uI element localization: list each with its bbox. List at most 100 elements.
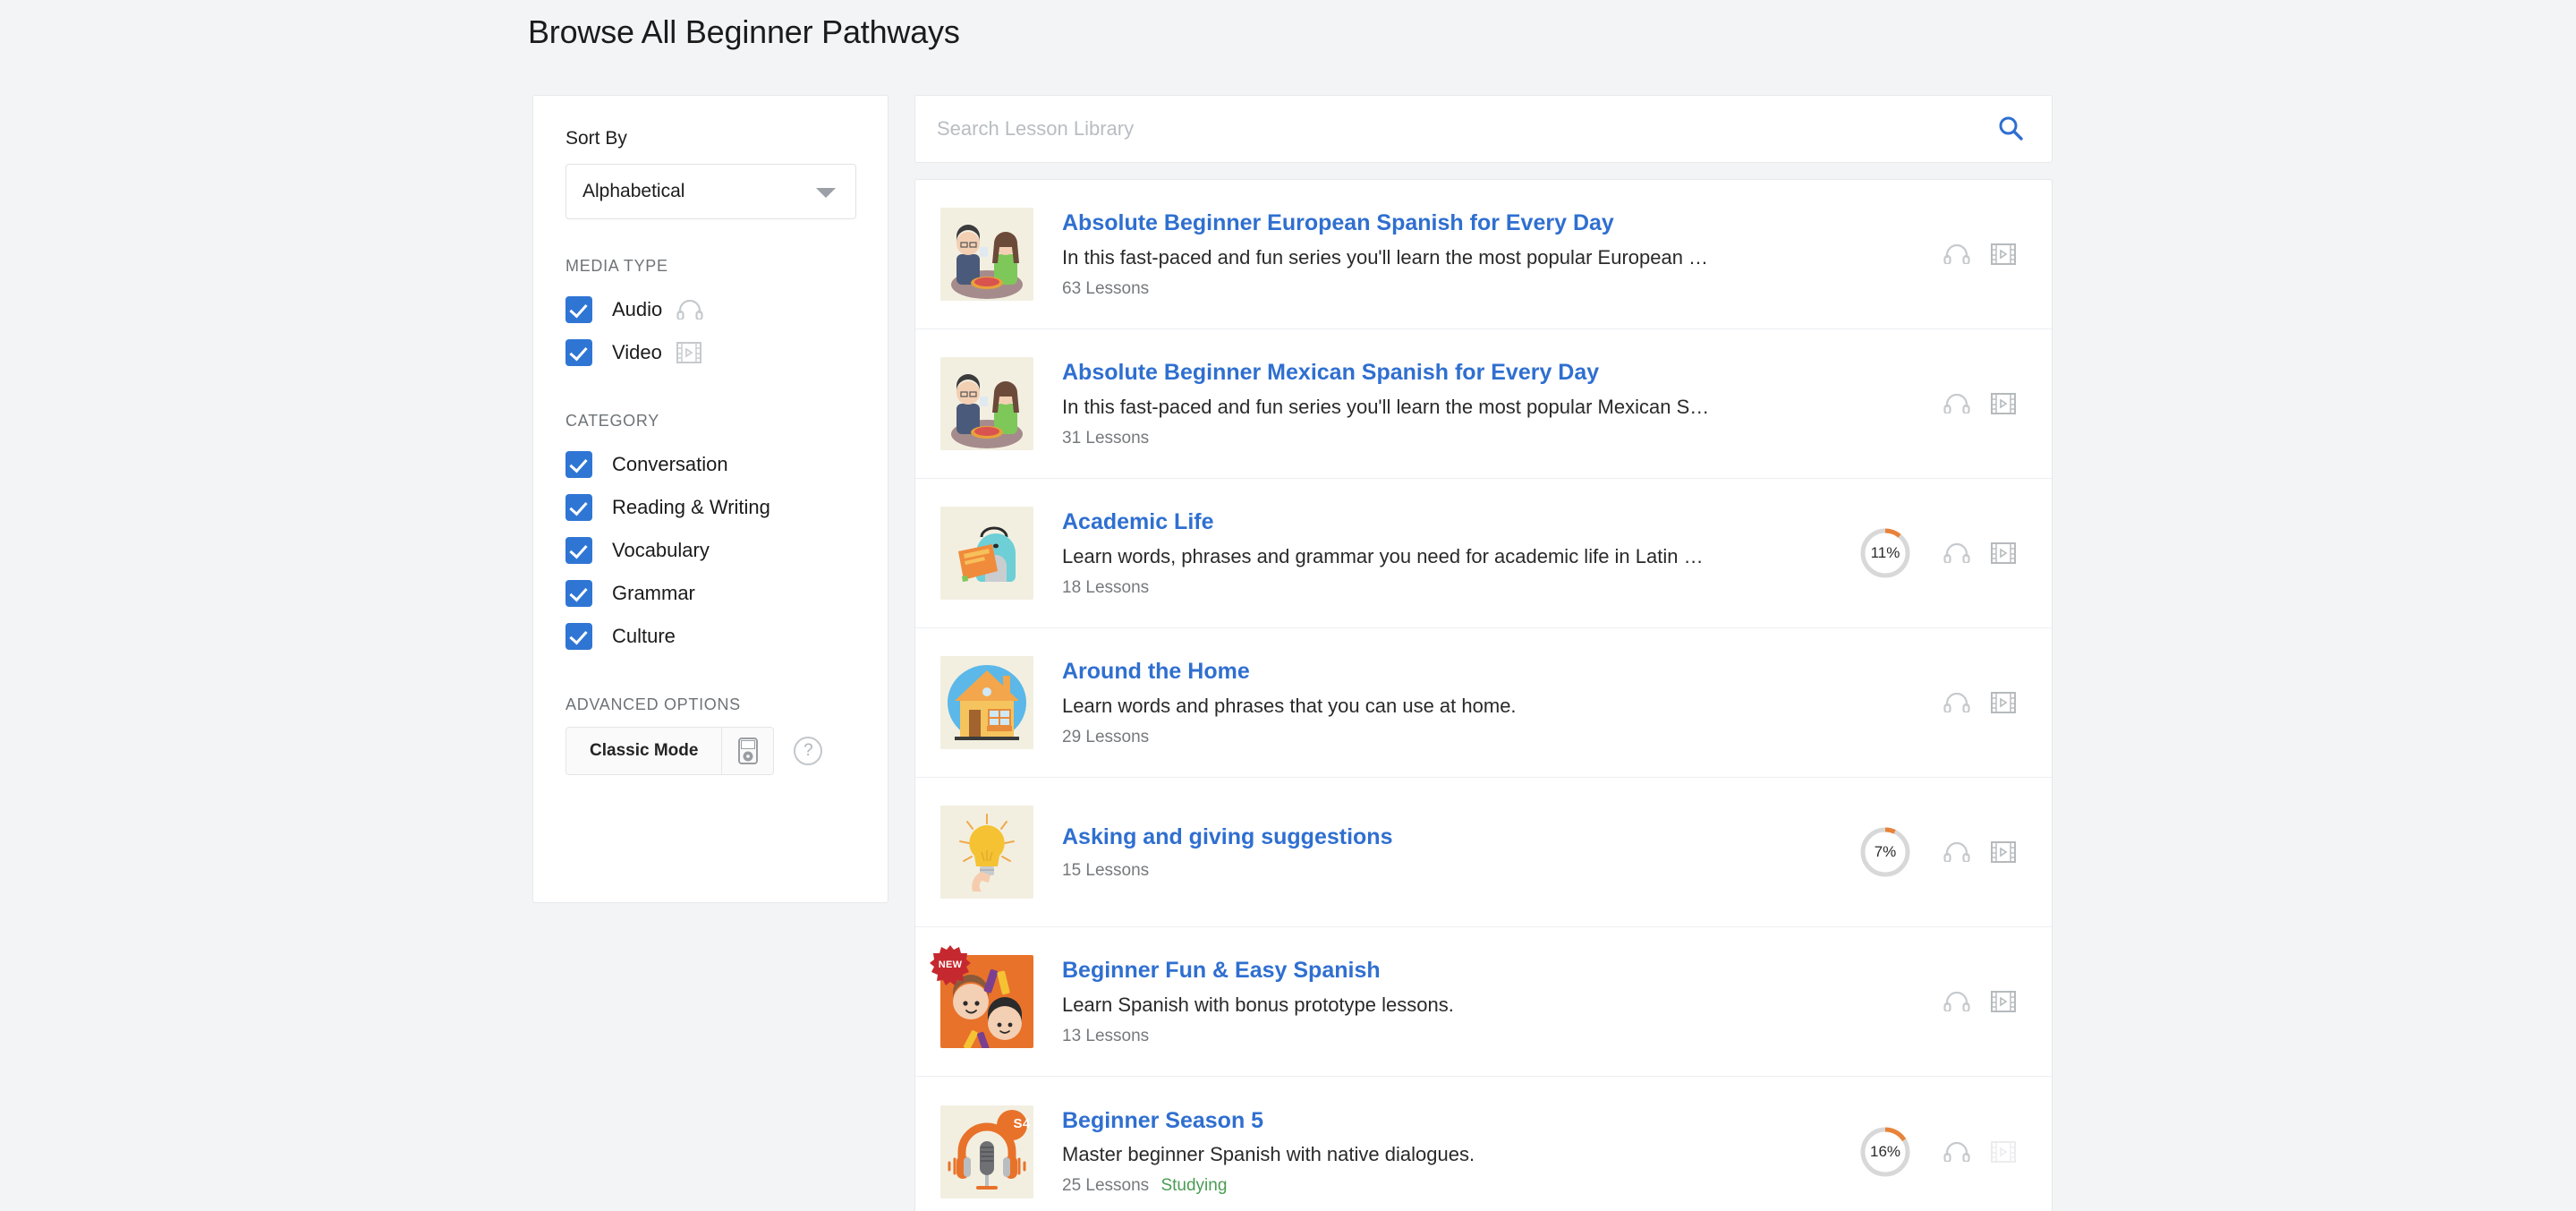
video-available-icon[interactable] [1980, 380, 2027, 427]
pathway-title-link[interactable]: Beginner Fun & Easy Spanish [1062, 957, 1381, 985]
new-badge: NEW [930, 944, 971, 985]
reading-writing-label: Reading & Writing [612, 496, 770, 519]
search-input[interactable] [937, 117, 1991, 141]
audio-available-icon[interactable] [1934, 1129, 1980, 1175]
sort-by-select[interactable]: Alphabetical [565, 164, 856, 219]
row-body: Beginner Fun & Easy Spanish Learn Spanis… [1033, 957, 1858, 1045]
lesson-count: 29 Lessons [1062, 728, 1149, 746]
progress-percent: 7% [1858, 825, 1912, 879]
audio-checkbox[interactable] [565, 296, 592, 323]
list-item[interactable]: Around the Home Learn words and phrases … [915, 628, 2052, 778]
vocabulary-label: Vocabulary [612, 539, 710, 562]
row-actions: 7% [1858, 825, 2027, 879]
filter-video[interactable]: Video [565, 331, 855, 374]
audio-available-icon[interactable] [1934, 530, 1980, 576]
row-body: Academic Life Learn words, phrases and g… [1033, 508, 1858, 597]
search-button[interactable] [1991, 109, 2030, 149]
lesson-count: 15 Lessons [1062, 861, 1149, 880]
progress-ring: 16% [1858, 1125, 1912, 1179]
grammar-label: Grammar [612, 582, 695, 605]
filter-conversation[interactable]: Conversation [565, 443, 855, 486]
thumbnail-wrap [940, 806, 1033, 899]
row-body: Absolute Beginner European Spanish for E… [1033, 209, 1858, 298]
advanced-options-row: Classic Mode ? [565, 727, 855, 775]
list-item[interactable]: Absolute Beginner European Spanish for E… [915, 180, 2052, 329]
lesson-count: 18 Lessons [1062, 578, 1149, 597]
list-item[interactable]: Academic Life Learn words, phrases and g… [915, 479, 2052, 628]
video-checkbox[interactable] [565, 339, 592, 366]
filter-audio[interactable]: Audio [565, 288, 855, 331]
reading-writing-checkbox[interactable] [565, 494, 592, 521]
thumbnail-lightbulb-hand [940, 806, 1033, 899]
thumbnail-wrap: NEW [940, 955, 1033, 1048]
video-available-icon[interactable] [1980, 978, 2027, 1025]
pathway-meta: 15 Lessons [1062, 861, 1858, 881]
grammar-checkbox[interactable] [565, 580, 592, 607]
audio-available-icon[interactable] [1934, 679, 1980, 726]
row-actions: 16% [1858, 1125, 2027, 1179]
conversation-checkbox[interactable] [565, 451, 592, 478]
audio-available-icon[interactable] [1934, 829, 1980, 875]
filter-culture[interactable]: Culture [565, 615, 855, 658]
culture-checkbox[interactable] [565, 623, 592, 650]
list-item[interactable]: S4 Beginner Season 5 Master beginner Spa… [915, 1077, 2052, 1211]
pathway-meta: 63 Lessons [1062, 279, 1858, 299]
row-body: Around the Home Learn words and phrases … [1033, 658, 1858, 746]
pathway-description: In this fast-paced and fun series you'll… [1062, 246, 1858, 269]
help-circle-icon[interactable]: ? [794, 737, 822, 765]
ipod-device-icon [721, 728, 773, 774]
list-item[interactable]: Asking and giving suggestions 15 Lessons… [915, 778, 2052, 927]
audio-available-icon[interactable] [1934, 231, 1980, 277]
thumbnail-house-blue-circle [940, 656, 1033, 749]
vocabulary-checkbox[interactable] [565, 537, 592, 564]
audio-available-icon[interactable] [1934, 978, 1980, 1025]
season-badge-label: S4 [1007, 1109, 1037, 1139]
browse-pathways-page: Browse All Beginner Pathways Sort By Alp… [0, 0, 2576, 1211]
list-item[interactable]: NEW Beginner Fun & Easy Spanish Learn Sp… [915, 927, 2052, 1077]
filters-sidebar: Sort By Alphabetical MEDIA TYPE Audio [532, 95, 888, 903]
video-available-icon[interactable] [1980, 231, 2027, 277]
pathway-title-link[interactable]: Absolute Beginner European Spanish for E… [1062, 209, 1614, 237]
row-actions [1858, 380, 2027, 427]
pathway-title-link[interactable]: Absolute Beginner Mexican Spanish for Ev… [1062, 359, 1599, 387]
audio-available-icon[interactable] [1934, 380, 1980, 427]
audio-label: Audio [612, 298, 662, 321]
video-label: Video [612, 341, 662, 364]
page-title: Browse All Beginner Pathways [528, 13, 960, 51]
season-badge: S4 [1007, 1109, 1037, 1139]
pathway-meta: 31 Lessons [1062, 429, 1858, 448]
progress-ring: 7% [1858, 825, 1912, 879]
chevron-down-icon [816, 188, 836, 198]
list-item[interactable]: Absolute Beginner Mexican Spanish for Ev… [915, 329, 2052, 479]
pathway-title-link[interactable]: Beginner Season 5 [1062, 1107, 1263, 1135]
pathway-title-link[interactable]: Around the Home [1062, 658, 1250, 686]
row-actions [1858, 978, 2027, 1025]
pathway-description: Learn Spanish with bonus prototype lesso… [1062, 994, 1858, 1017]
filter-reading-writing[interactable]: Reading & Writing [565, 486, 855, 529]
row-actions: 11% [1858, 526, 2027, 580]
pathway-title-link[interactable]: Academic Life [1062, 508, 1214, 536]
lesson-count: 13 Lessons [1062, 1027, 1149, 1045]
video-available-icon[interactable] [1980, 829, 2027, 875]
thumbnail-backpack-book [940, 507, 1033, 600]
lesson-count: 31 Lessons [1062, 429, 1149, 448]
classic-mode-button[interactable]: Classic Mode [565, 727, 774, 775]
video-available-icon[interactable] [1980, 530, 2027, 576]
headphones-icon [676, 300, 703, 320]
status-badge: Studying [1160, 1176, 1227, 1195]
filter-grammar[interactable]: Grammar [565, 572, 855, 615]
pathway-meta: 29 Lessons [1062, 728, 1858, 747]
pathway-description: Learn words and phrases that you can use… [1062, 695, 1858, 718]
category-heading: CATEGORY [565, 412, 855, 431]
thumbnail-wrap: S4 [940, 1105, 1033, 1198]
results-list: Absolute Beginner European Spanish for E… [914, 179, 2053, 1211]
thumbnail-wrap [940, 656, 1033, 749]
pathway-description: In this fast-paced and fun series you'll… [1062, 396, 1858, 419]
thumbnail-wrap [940, 208, 1033, 301]
filter-vocabulary[interactable]: Vocabulary [565, 529, 855, 572]
video-available-icon[interactable] [1980, 679, 2027, 726]
pathway-meta: 18 Lessons [1062, 578, 1858, 598]
lesson-count: 25 Lessons [1062, 1176, 1149, 1195]
pathway-title-link[interactable]: Asking and giving suggestions [1062, 823, 1392, 851]
lesson-count: 63 Lessons [1062, 279, 1149, 298]
